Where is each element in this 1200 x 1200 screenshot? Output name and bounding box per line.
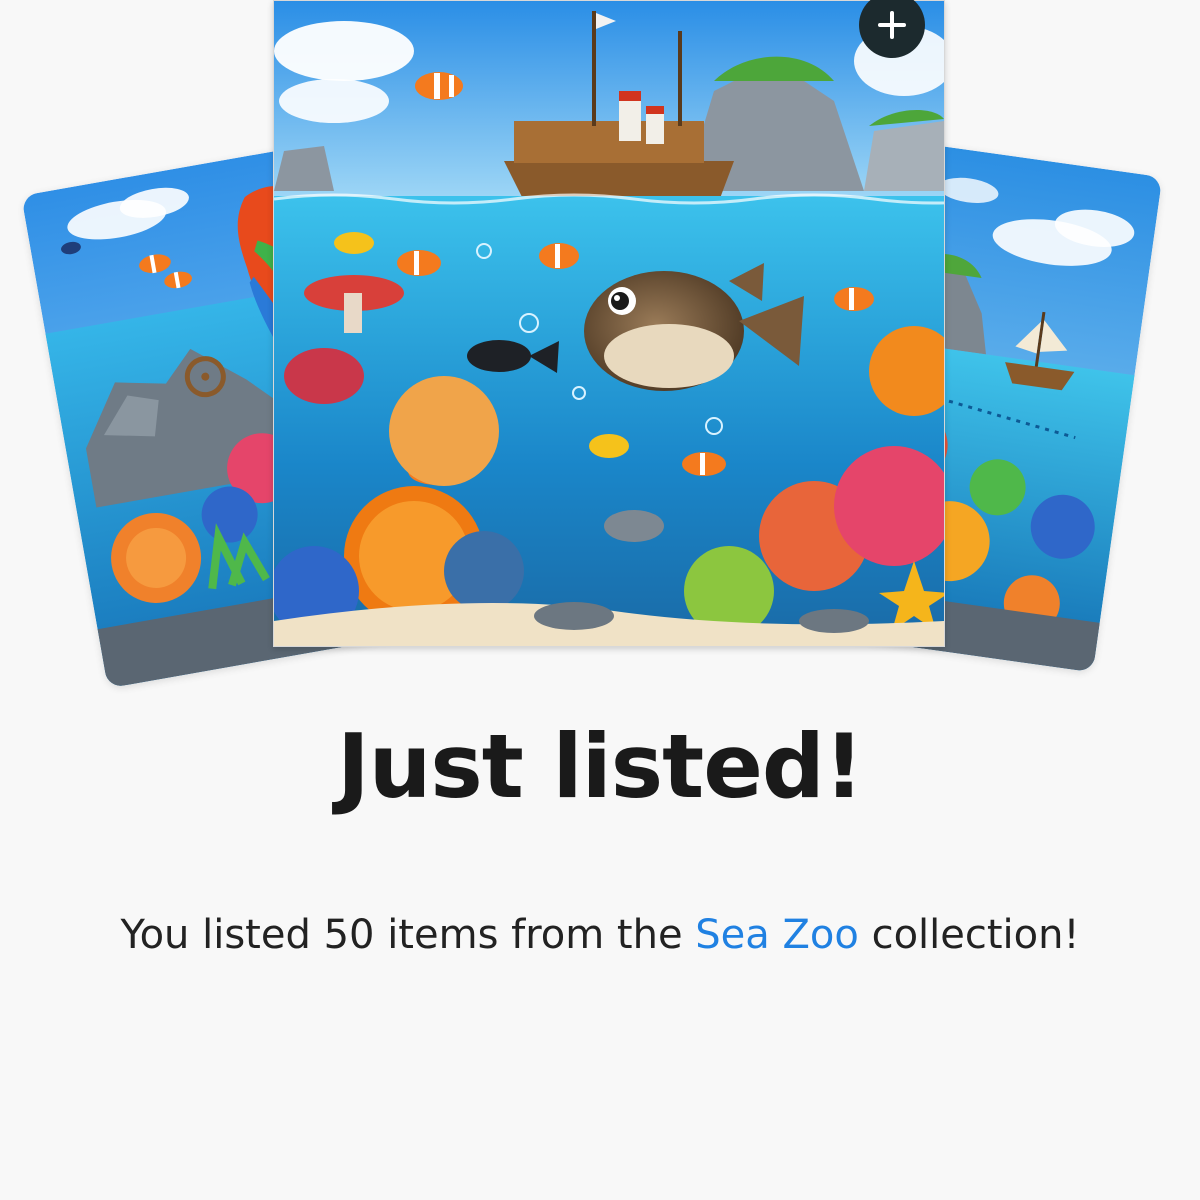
collection-link[interactable]: Sea Zoo bbox=[695, 912, 859, 958]
listing-title: Just listed! bbox=[336, 715, 864, 818]
listing-success-screen: Just listed! You listed 50 items from th… bbox=[0, 0, 1200, 1200]
listing-message: You listed 50 items from the Sea Zoo col… bbox=[0, 912, 1200, 958]
message-prefix: You listed 50 items from the bbox=[120, 912, 696, 958]
pufferfish-reef-artwork bbox=[274, 1, 944, 646]
plus-icon bbox=[878, 11, 906, 39]
nft-card-center[interactable] bbox=[273, 0, 945, 647]
message-suffix: collection! bbox=[858, 912, 1080, 958]
